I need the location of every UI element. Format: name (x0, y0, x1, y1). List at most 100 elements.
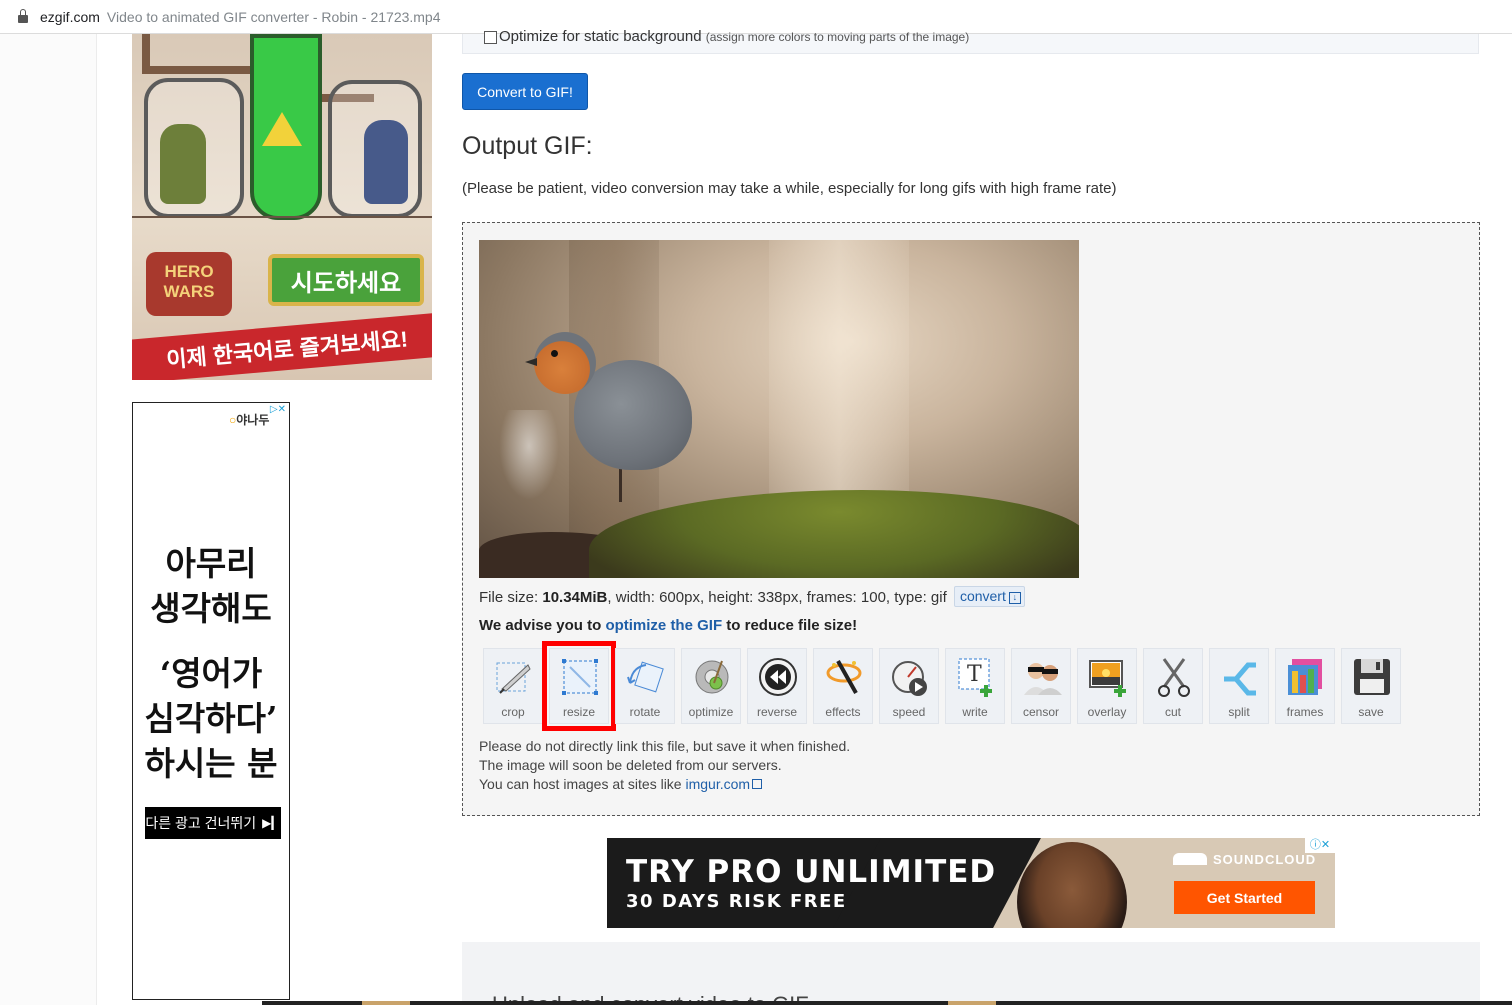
rotate-tool-button[interactable]: rotate (615, 648, 675, 724)
soundcloud-logo-text: SOUNDCLOUD (1213, 852, 1317, 867)
soundcloud-cloud-icon (1173, 853, 1207, 865)
skip-ad-button[interactable]: 다른 광고 건너뛰기 ▶▎ (145, 807, 281, 839)
censor-tool-label: censor (1022, 705, 1060, 719)
ad-goblin-character (160, 124, 206, 204)
bird-leg (619, 466, 622, 502)
split-tool-label: split (1228, 705, 1250, 719)
frames-tool-label: frames (1286, 705, 1324, 719)
skip-ad-label: 다른 광고 건너뛰기 (145, 815, 257, 831)
static-background-label: Optimize for static background (499, 28, 702, 45)
resize-tool-button[interactable]: resize (542, 641, 616, 731)
game-ad[interactable]: HERO WARS 시도하세요 이제 한국어로 즐겨보세요! (132, 34, 432, 380)
note-line: You can host images at sites like imgur.… (479, 775, 850, 794)
reverse-icon (759, 658, 797, 696)
static-background-option: Optimize for static background (assign m… (499, 28, 969, 45)
page-bottom-bar (262, 1001, 1512, 1005)
effects-tool-button[interactable]: effects (813, 648, 873, 724)
ad-headline-line: 생각해도 (150, 589, 272, 628)
game-ad-cta-button[interactable]: 시도하세요 (268, 254, 424, 306)
save-tool-button[interactable]: save (1341, 648, 1401, 724)
convert-format-label: convert (959, 588, 1006, 604)
ad-headline-line: ‘영어가 (159, 654, 263, 693)
file-size-label: File size: (479, 589, 543, 606)
resize-icon (562, 659, 598, 695)
imgur-link[interactable]: imgur.com (686, 776, 751, 792)
ad-headline-line: 하시는 분 (144, 744, 278, 783)
save-icon (1354, 659, 1390, 695)
ad-headline-line: 심각하다’ (144, 699, 278, 738)
file-details: , width: 600px, height: 338px, frames: 1… (607, 589, 947, 606)
advice-suffix: to reduce file size! (722, 617, 858, 634)
svg-text:T: T (967, 662, 982, 687)
static-background-checkbox[interactable] (484, 31, 497, 44)
frames-tool-button[interactable]: frames (1275, 648, 1335, 724)
optimize-tool-button[interactable]: optimize (681, 648, 741, 724)
effects-tool-label: effects (825, 705, 861, 719)
upload-section: Upload and convert video to GIF (462, 942, 1480, 1005)
censor-tool-button[interactable]: censor (1011, 648, 1071, 724)
optimize-advice: We advise you to optimize the GIF to red… (479, 617, 857, 634)
ad-photo (1017, 842, 1127, 928)
adchoices-icon[interactable]: ▷✕ (270, 404, 286, 415)
optimize-tool-label: optimize (688, 705, 734, 719)
crop-tool-label: crop (501, 705, 525, 719)
crop-tool-button[interactable]: crop (483, 648, 543, 724)
bird-head (534, 332, 596, 394)
bird-beak (525, 358, 537, 366)
rotate-tool-label: rotate (629, 705, 661, 719)
ad-hero-character (364, 120, 408, 204)
file-info: File size: 10.34MiB, width: 600px, heigh… (479, 586, 1025, 608)
cut-tool-button[interactable]: cut (1143, 648, 1203, 724)
note-line: The image will soon be deleted from our … (479, 757, 782, 773)
page-bottom-accent (362, 1001, 410, 1005)
ad-headline-line: 아무리 (165, 544, 257, 583)
download-arrow-icon: ↓ (1008, 592, 1021, 604)
ad-ground-line (132, 216, 432, 218)
note-line: Please do not directly link this file, b… (479, 738, 851, 754)
write-tool-button[interactable]: T write (945, 648, 1005, 724)
external-link-icon (752, 779, 763, 789)
optimize-icon (695, 660, 729, 694)
write-tool-label: write (962, 705, 988, 719)
convert-format-link[interactable]: convert ↓ (953, 586, 1025, 607)
censor-icon (1024, 663, 1062, 695)
ad-brand-logo: ○야나두 (229, 413, 270, 427)
text-ad[interactable]: ○야나두 ▷✕ 아무리 생각해도 ‘영어가 심각하다’ 하시는 분 다른 광고 … (132, 402, 290, 1000)
left-gutter (0, 34, 97, 1005)
split-tool-button[interactable]: split (1209, 648, 1269, 724)
page-bottom-accent (948, 1001, 996, 1005)
resize-tool-label: resize (562, 705, 595, 719)
crop-icon (496, 662, 531, 694)
optimize-gif-link[interactable]: optimize the GIF (605, 617, 722, 634)
hero-wars-logo: HERO WARS (146, 252, 232, 316)
overlay-icon (1089, 660, 1126, 697)
write-icon: T (958, 658, 992, 697)
speed-icon (892, 661, 927, 696)
edit-toolbar: crop resize rotate optimize reverse effe… (483, 641, 1407, 731)
speed-tool-button[interactable]: speed (879, 648, 939, 724)
ad-headline-gap (133, 631, 289, 651)
effects-icon (826, 660, 862, 694)
rotate-icon (627, 661, 664, 693)
soundcloud-logo: SOUNDCLOUD (1173, 852, 1316, 867)
lock-icon (18, 8, 28, 23)
overlay-tool-label: overlay (1087, 705, 1127, 719)
overlay-tool-button[interactable]: overlay (1077, 648, 1137, 724)
ad-headline: 아무리 생각해도 ‘영어가 심각하다’ 하시는 분 (133, 541, 289, 786)
soundcloud-ad[interactable]: TRY PRO UNLIMITED 30 DAYS RISK FREE SOUN… (607, 838, 1335, 928)
warning-icon (262, 112, 302, 146)
address-domain: ezgif.com (40, 8, 100, 25)
file-size-value: 10.34MiB (542, 589, 608, 606)
get-started-button[interactable]: Get Started (1174, 881, 1315, 914)
output-heading: Output GIF: (462, 132, 593, 160)
moss (589, 490, 1079, 578)
ad-subheadline: 30 DAYS RISK FREE (626, 891, 847, 912)
convert-to-gif-button[interactable]: Convert to GIF! (462, 73, 588, 110)
game-ad-banner: 이제 한국어로 즐겨보세요! (132, 311, 432, 380)
reverse-tool-button[interactable]: reverse (747, 648, 807, 724)
adchoices-icon[interactable]: ⓘ✕ (1305, 838, 1335, 853)
split-icon (1224, 662, 1256, 696)
gif-preview-image (479, 240, 1079, 578)
ad-pipe (142, 66, 252, 74)
options-panel: Optimize for static background (assign m… (462, 28, 1479, 54)
